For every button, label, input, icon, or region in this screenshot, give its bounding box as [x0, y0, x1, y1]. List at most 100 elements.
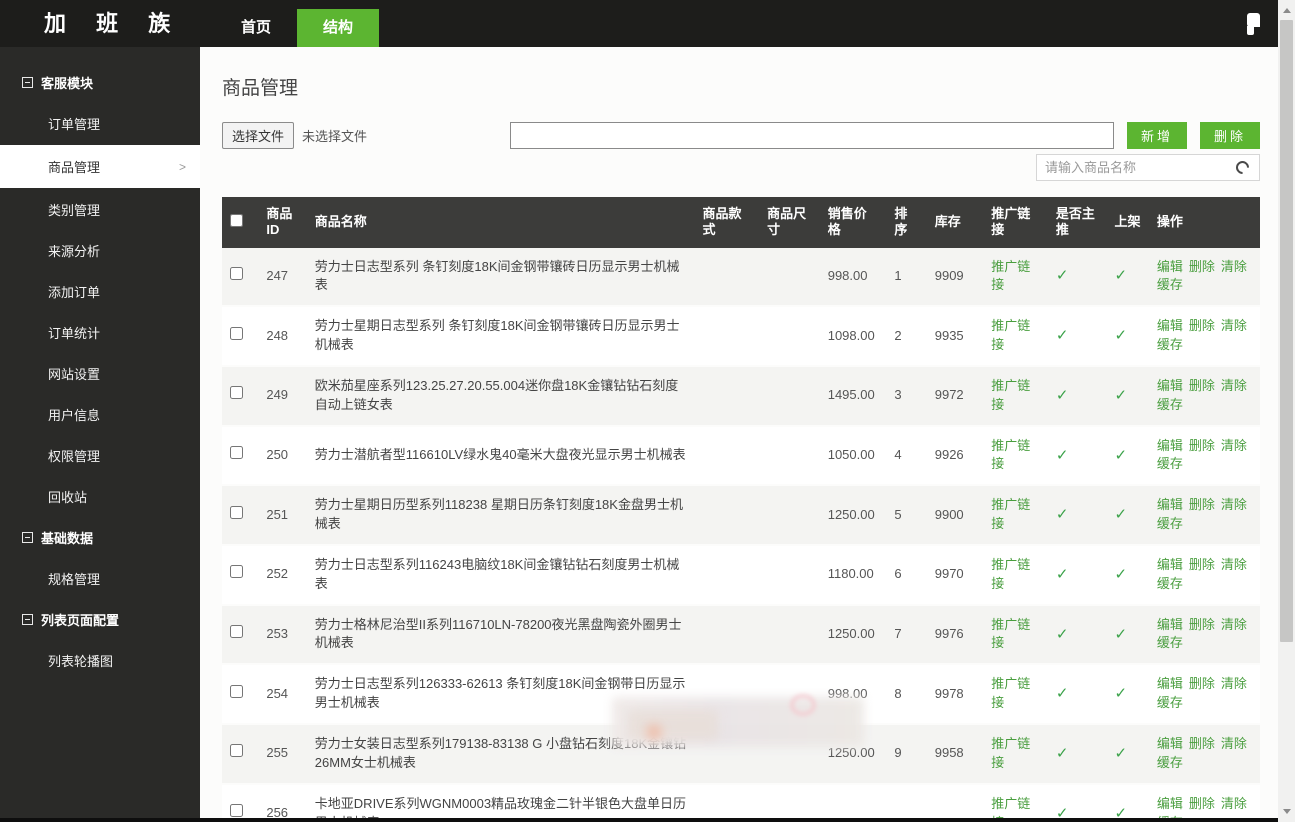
check-icon: ✓ — [1056, 626, 1069, 643]
main-content: 商品管理 选择文件 未选择文件 新增 删除 — [200, 47, 1278, 818]
edit-link[interactable]: 编辑 — [1157, 557, 1183, 572]
nav-tab-structure[interactable]: 结构 — [297, 9, 379, 47]
edit-link[interactable]: 编辑 — [1157, 796, 1183, 811]
sidebar-item[interactable]: 添加订单 — [0, 272, 200, 311]
delete-link[interactable]: 删除 — [1189, 378, 1215, 393]
row-checkbox[interactable] — [230, 565, 243, 578]
cell-price: 1250.00 — [820, 485, 887, 545]
sidebar-item[interactable]: 订单统计 — [0, 313, 200, 352]
row-checkbox[interactable] — [230, 685, 243, 698]
scrollbar-thumb[interactable] — [1280, 20, 1293, 642]
row-checkbox[interactable] — [230, 804, 243, 817]
row-checkbox[interactable] — [230, 327, 243, 340]
edit-link[interactable]: 编辑 — [1157, 736, 1183, 751]
promo-link[interactable]: 推广链接 — [991, 259, 1030, 293]
delete-link[interactable]: 删除 — [1189, 796, 1215, 811]
promo-link[interactable]: 推广链接 — [991, 438, 1030, 472]
sidebar-item[interactable]: 用户信息 — [0, 395, 200, 434]
edit-link[interactable]: 编辑 — [1157, 676, 1183, 691]
edit-link[interactable]: 编辑 — [1157, 497, 1183, 512]
collapse-icon — [22, 532, 33, 543]
scroll-down-arrow[interactable] — [1278, 803, 1295, 820]
choose-file-button[interactable]: 选择文件 — [222, 122, 294, 149]
edit-link[interactable]: 编辑 — [1157, 617, 1183, 632]
delete-link[interactable]: 删除 — [1189, 617, 1215, 632]
sidebar-item[interactable]: 回收站 — [0, 477, 200, 516]
promo-link[interactable]: 推广链接 — [991, 497, 1030, 531]
delete-link[interactable]: 删除 — [1189, 438, 1215, 453]
sidebar-section-0[interactable]: 客服模块 — [0, 63, 200, 102]
sidebar: 客服模块订单管理商品管理>类别管理来源分析添加订单订单统计网站设置用户信息权限管… — [0, 47, 200, 818]
edit-link[interactable]: 编辑 — [1157, 438, 1183, 453]
user-icon[interactable] — [1242, 13, 1260, 35]
edit-link[interactable]: 编辑 — [1157, 378, 1183, 393]
table-row: 249欧米茄星座系列123.25.27.20.55.004迷你盘18K金镶钻钻石… — [222, 366, 1260, 426]
cell-stock: 9900 — [927, 485, 984, 545]
search-input[interactable] — [1037, 155, 1217, 180]
edit-link[interactable]: 编辑 — [1157, 259, 1183, 274]
cell-stock: 9958 — [927, 724, 984, 784]
user-icon-shape — [1247, 26, 1254, 35]
delete-link[interactable]: 删除 — [1189, 318, 1215, 333]
promo-link[interactable]: 推广链接 — [991, 378, 1030, 412]
cell-product-size — [759, 485, 820, 545]
sidebar-item[interactable]: 权限管理 — [0, 436, 200, 475]
promo-link[interactable]: 推广链接 — [991, 557, 1030, 591]
nav-tab-home[interactable]: 首页 — [215, 9, 297, 47]
cell-product-size — [759, 545, 820, 605]
check-icon: ✓ — [1056, 685, 1069, 702]
promo-link[interactable]: 推广链接 — [991, 676, 1030, 710]
cell-actions: 编辑删除清除缓存 — [1149, 664, 1260, 724]
cell-stock — [927, 784, 984, 818]
cell-sort: 2 — [886, 306, 926, 366]
upload-path-input[interactable] — [510, 122, 1114, 149]
scroll-up-arrow[interactable] — [1278, 2, 1295, 19]
brand-logo: 加 班 族 — [44, 0, 182, 47]
row-checkbox[interactable] — [230, 744, 243, 757]
delete-link[interactable]: 删除 — [1189, 736, 1215, 751]
table-row: 250劳力士潜航者型116610LV绿水鬼40毫米大盘夜光显示男士机械表1050… — [222, 426, 1260, 486]
sidebar-section-1[interactable]: 基础数据 — [0, 518, 200, 557]
delete-link[interactable]: 删除 — [1189, 557, 1215, 572]
check-icon: ✓ — [1114, 447, 1127, 464]
sidebar-item[interactable]: 列表轮播图 — [0, 641, 200, 680]
sidebar-item[interactable]: 网站设置 — [0, 354, 200, 393]
add-button[interactable]: 新增 — [1127, 122, 1187, 149]
cell-main-push: ✓ — [1048, 784, 1107, 818]
promo-link[interactable]: 推广链接 — [991, 796, 1030, 818]
delete-button[interactable]: 删除 — [1200, 122, 1260, 149]
check-icon: ✓ — [1114, 626, 1127, 643]
sidebar-item[interactable]: 订单管理 — [0, 104, 200, 143]
select-all-checkbox[interactable] — [230, 214, 243, 227]
check-icon: ✓ — [1114, 805, 1127, 818]
table-row: 253劳力士格林尼治型II系列116710LN-78200夜光黑盘陶瓷外圈男士机… — [222, 605, 1260, 665]
sidebar-item[interactable]: 类别管理 — [0, 190, 200, 229]
cell-price: 1180.00 — [820, 545, 887, 605]
promo-link[interactable]: 推广链接 — [991, 736, 1030, 770]
delete-link[interactable]: 删除 — [1189, 676, 1215, 691]
cell-stock: 9935 — [927, 306, 984, 366]
row-checkbox[interactable] — [230, 386, 243, 399]
refresh-icon[interactable] — [1233, 158, 1251, 176]
row-checkbox[interactable] — [230, 506, 243, 519]
delete-link[interactable]: 删除 — [1189, 259, 1215, 274]
promo-link[interactable]: 推广链接 — [991, 318, 1030, 352]
sidebar-item[interactable]: 商品管理> — [0, 145, 200, 188]
edit-link[interactable]: 编辑 — [1157, 318, 1183, 333]
cell-main-push: ✓ — [1048, 366, 1107, 426]
vertical-scrollbar[interactable] — [1278, 0, 1295, 822]
cell-actions: 编辑删除清除缓存 — [1149, 306, 1260, 366]
cell-product-style — [695, 366, 760, 426]
delete-link[interactable]: 删除 — [1189, 497, 1215, 512]
row-checkbox[interactable] — [230, 267, 243, 280]
collapse-icon — [22, 614, 33, 625]
cell-product-style — [695, 248, 760, 307]
sidebar-item[interactable]: 规格管理 — [0, 559, 200, 598]
sidebar-section-2[interactable]: 列表页面配置 — [0, 600, 200, 639]
promo-link[interactable]: 推广链接 — [991, 617, 1030, 651]
row-checkbox[interactable] — [230, 446, 243, 459]
cell-price: 1050.00 — [820, 426, 887, 486]
sidebar-item[interactable]: 来源分析 — [0, 231, 200, 270]
cell-on-shelf: ✓ — [1106, 724, 1148, 784]
row-checkbox[interactable] — [230, 625, 243, 638]
